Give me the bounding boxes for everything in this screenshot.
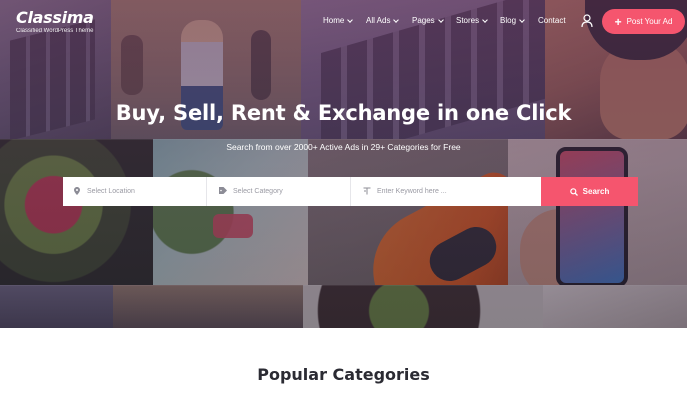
user-icon[interactable] bbox=[581, 14, 593, 28]
nav-item-all-ads[interactable]: All Ads bbox=[366, 16, 400, 26]
keyword-placeholder: Enter Keyword here ... bbox=[377, 188, 447, 195]
nav-item-stores[interactable]: Stores bbox=[456, 16, 488, 26]
nav-item-label: All Ads bbox=[366, 16, 391, 25]
brand-name: Classima bbox=[16, 8, 94, 27]
search-icon bbox=[569, 187, 578, 196]
page: Classima Classified WordPress Theme Home… bbox=[0, 0, 687, 398]
hero-headline: Buy, Sell, Rent & Exchange in one Click bbox=[115, 101, 572, 125]
text-icon bbox=[363, 187, 371, 197]
search-button[interactable]: Search bbox=[541, 177, 638, 206]
category-placeholder: Select Category bbox=[233, 188, 283, 195]
nav-item-label: Home bbox=[323, 16, 345, 25]
tag-icon bbox=[219, 187, 227, 196]
keyword-input[interactable]: Enter Keyword here ... bbox=[351, 177, 541, 206]
nav-item-label: Contact bbox=[538, 16, 566, 25]
nav-item-label: Blog bbox=[500, 16, 517, 25]
map-pin-icon bbox=[73, 186, 81, 197]
post-your-ad-button[interactable]: + Post Your Ad bbox=[602, 9, 685, 34]
hero-banner: Classima Classified WordPress Theme Home… bbox=[0, 0, 687, 328]
top-navigation: Classima Classified WordPress Theme Home… bbox=[0, 0, 687, 44]
search-button-label: Search bbox=[582, 187, 610, 196]
hero-overlay bbox=[0, 0, 687, 328]
nav-item-contact[interactable]: Contact bbox=[538, 16, 566, 26]
search-bar: Select Location Select Category Enter Ke… bbox=[63, 177, 638, 206]
nav-item-label: Pages bbox=[412, 16, 435, 25]
section-title-popular-categories: Popular Categories bbox=[257, 365, 430, 384]
location-select[interactable]: Select Location bbox=[63, 177, 207, 206]
chevron-down-icon bbox=[482, 16, 488, 23]
nav-item-home[interactable]: Home bbox=[323, 16, 354, 26]
chevron-down-icon bbox=[519, 16, 525, 23]
brand-tagline: Classified WordPress Theme bbox=[16, 28, 94, 34]
nav-item-label: Stores bbox=[456, 16, 480, 25]
plus-icon: + bbox=[614, 14, 622, 29]
chevron-down-icon bbox=[393, 16, 400, 23]
nav-item-pages[interactable]: Pages bbox=[412, 16, 444, 26]
nav-item-blog[interactable]: Blog bbox=[500, 16, 525, 26]
category-select[interactable]: Select Category bbox=[207, 177, 351, 206]
chevron-down-icon bbox=[437, 16, 444, 23]
chevron-down-icon bbox=[347, 16, 354, 23]
location-placeholder: Select Location bbox=[87, 188, 135, 195]
hero-subline: Search from over 2000+ Active Ads in 29+… bbox=[226, 142, 461, 152]
post-your-ad-label: Post Your Ad bbox=[626, 17, 673, 26]
brand-logo[interactable]: Classima Classified WordPress Theme bbox=[16, 10, 94, 35]
